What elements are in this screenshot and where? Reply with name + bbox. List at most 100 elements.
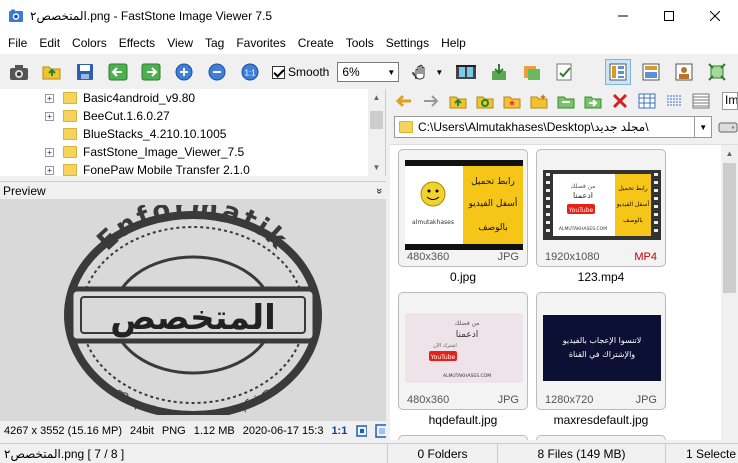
image-ratio[interactable]: 1:1 xyxy=(331,425,347,437)
copy-to-button[interactable] xyxy=(519,59,545,85)
save-button[interactable] xyxy=(72,59,98,85)
back-button[interactable] xyxy=(394,91,414,111)
image-size: 1.12 MB xyxy=(193,425,235,437)
smooth-toggle[interactable]: Smooth xyxy=(272,65,329,79)
folder-icon xyxy=(63,92,77,104)
svg-text:ادعمنا: ادعمنا xyxy=(573,191,593,200)
layout-fullscreen-button[interactable] xyxy=(671,59,697,85)
copy-folder-button[interactable] xyxy=(556,91,576,111)
folder-icon xyxy=(63,128,77,140)
thumbnail-card[interactable]: من فضلك ادعمنا اشترك الآن YouTube ALMUTA… xyxy=(398,292,528,410)
tree-item[interactable]: + FastStone_Image_Viewer_7.5 xyxy=(0,143,244,161)
forward-button[interactable] xyxy=(421,91,441,111)
menu-help[interactable]: Help xyxy=(435,33,472,53)
thumbnail-name[interactable]: hqdefault.jpg xyxy=(398,413,528,427)
expand-icon[interactable]: + xyxy=(45,93,54,103)
minimize-button[interactable] xyxy=(600,0,646,32)
menu-file[interactable]: File xyxy=(2,33,33,53)
thumbnail-dimensions: 480x360 xyxy=(407,251,450,263)
close-button[interactable] xyxy=(692,0,738,32)
scroll-up-icon[interactable]: ▲ xyxy=(721,145,738,162)
actual-size-button[interactable]: 1:1 xyxy=(237,59,263,85)
menu-create[interactable]: Create xyxy=(292,33,340,53)
parent-folder-button[interactable] xyxy=(448,91,468,111)
main-toolbar: 1:1 Smooth 6% ▼ ▼ xyxy=(0,57,738,87)
select-button[interactable] xyxy=(552,59,578,85)
scroll-up-icon[interactable]: ▲ xyxy=(368,89,385,106)
maximize-button[interactable] xyxy=(646,0,692,32)
svg-text:YouTube: YouTube xyxy=(430,354,456,361)
forward-arrow-icon xyxy=(424,95,439,107)
thumbnail-card-partial[interactable] xyxy=(398,435,528,440)
expand-icon[interactable]: + xyxy=(45,165,54,175)
previous-button[interactable] xyxy=(105,59,131,85)
scroll-thumb[interactable] xyxy=(723,163,736,293)
thumbnail-card[interactable]: almutakhases رابط تحميل أسفل الفيديو بال… xyxy=(398,149,528,267)
thumbnail-name[interactable]: 0.jpg xyxy=(398,270,528,284)
scroll-down-icon[interactable]: ▼ xyxy=(368,159,385,176)
expand-icon[interactable]: + xyxy=(45,147,54,157)
thumbnail-name[interactable]: 123.mp4 xyxy=(536,270,666,284)
pan-tool-button[interactable] xyxy=(407,59,433,85)
thumbnail-card[interactable]: من فضلك ادعمنا YouTube ALMUTAKHASES.COM … xyxy=(536,149,666,267)
next-button[interactable] xyxy=(138,59,164,85)
tree-item[interactable]: + FonePaw Mobile Transfer 2.1.0 xyxy=(0,161,250,176)
view-details-button[interactable] xyxy=(691,91,711,111)
smooth-checkbox[interactable] xyxy=(272,65,285,79)
tree-item[interactable]: BlueStacks_4.210.10.1005 xyxy=(0,125,226,143)
pan-dropdown-arrow-icon[interactable]: ▼ xyxy=(435,68,443,77)
new-folder-button[interactable] xyxy=(529,91,549,111)
open-button[interactable] xyxy=(39,59,65,85)
path-input[interactable]: C:\Users\Almutakhases\Desktop\مجلد جديد\ xyxy=(394,116,695,138)
browser-scrollbar[interactable]: ▲ xyxy=(721,145,738,440)
drive-icon[interactable] xyxy=(718,118,738,136)
view-thumbnails-button[interactable] xyxy=(637,91,657,111)
zoom-dropdown[interactable]: 6% ▼ xyxy=(337,62,400,82)
fullscreen-icon[interactable] xyxy=(374,424,386,438)
menu-effects[interactable]: Effects xyxy=(113,33,161,53)
collapse-preview-icon[interactable]: » xyxy=(373,187,385,193)
thumbnail-name[interactable]: maxresdefault.jpg xyxy=(536,413,666,427)
tree-item[interactable]: + BeeCut.1.6.0.27 xyxy=(0,107,170,125)
acquire-button[interactable] xyxy=(6,59,32,85)
path-dropdown-icon[interactable]: ▼ xyxy=(694,116,713,138)
expand-icon[interactable]: + xyxy=(45,111,54,121)
menu-view[interactable]: View xyxy=(161,33,199,53)
menu-tag[interactable]: Tag xyxy=(199,33,230,53)
zoom-out-button[interactable] xyxy=(204,59,230,85)
sort-dropdown[interactable]: Im xyxy=(722,92,738,110)
thumbnail-meta: 480x360 JPG xyxy=(407,251,519,263)
new-folder-icon xyxy=(530,94,548,109)
tree-scrollbar[interactable]: ▲ ▼ xyxy=(368,89,385,176)
slideshow-button[interactable] xyxy=(453,59,479,85)
thumbnail-card-partial[interactable] xyxy=(536,435,666,440)
layout-thumbnails-button[interactable] xyxy=(605,59,632,85)
fit-window-button[interactable] xyxy=(704,59,730,85)
preview-pane: Enformatik كل ما هو جديد في عالم المعلوم… xyxy=(0,199,386,421)
tree-item[interactable]: + Basic4android_v9.80 xyxy=(0,89,195,107)
zoom-in-button[interactable] xyxy=(171,59,197,85)
move-folder-icon xyxy=(584,96,602,109)
scroll-thumb[interactable] xyxy=(370,111,383,129)
move-to-button[interactable] xyxy=(486,59,512,85)
layout-preview-button[interactable] xyxy=(638,59,664,85)
thumbnail-card[interactable]: لاتنسوا الإعجاب بالفيديو والإشتراك في ال… xyxy=(536,292,666,410)
layout-thumbnails-icon xyxy=(609,63,627,81)
thumbnail-image: من فضلك ادعمنا اشترك الآن YouTube ALMUTA… xyxy=(405,303,523,393)
favorites-button[interactable] xyxy=(502,91,522,111)
folder-up-icon xyxy=(449,96,467,109)
menu-colors[interactable]: Colors xyxy=(66,33,113,53)
svg-text:1:1: 1:1 xyxy=(244,69,256,78)
fit-icon[interactable] xyxy=(355,424,367,438)
menu-settings[interactable]: Settings xyxy=(380,33,435,53)
view-list-button[interactable] xyxy=(664,91,684,111)
thumbnail-extension: MP4 xyxy=(634,251,657,263)
refresh-button[interactable] xyxy=(475,91,495,111)
delete-button[interactable] xyxy=(610,91,630,111)
menu-tools[interactable]: Tools xyxy=(340,33,380,53)
move-folder-button[interactable] xyxy=(583,91,603,111)
folder-icon xyxy=(63,146,77,158)
menu-edit[interactable]: Edit xyxy=(33,33,66,53)
menu-favorites[interactable]: Favorites xyxy=(230,33,291,53)
copy-folder-icon xyxy=(557,96,575,109)
